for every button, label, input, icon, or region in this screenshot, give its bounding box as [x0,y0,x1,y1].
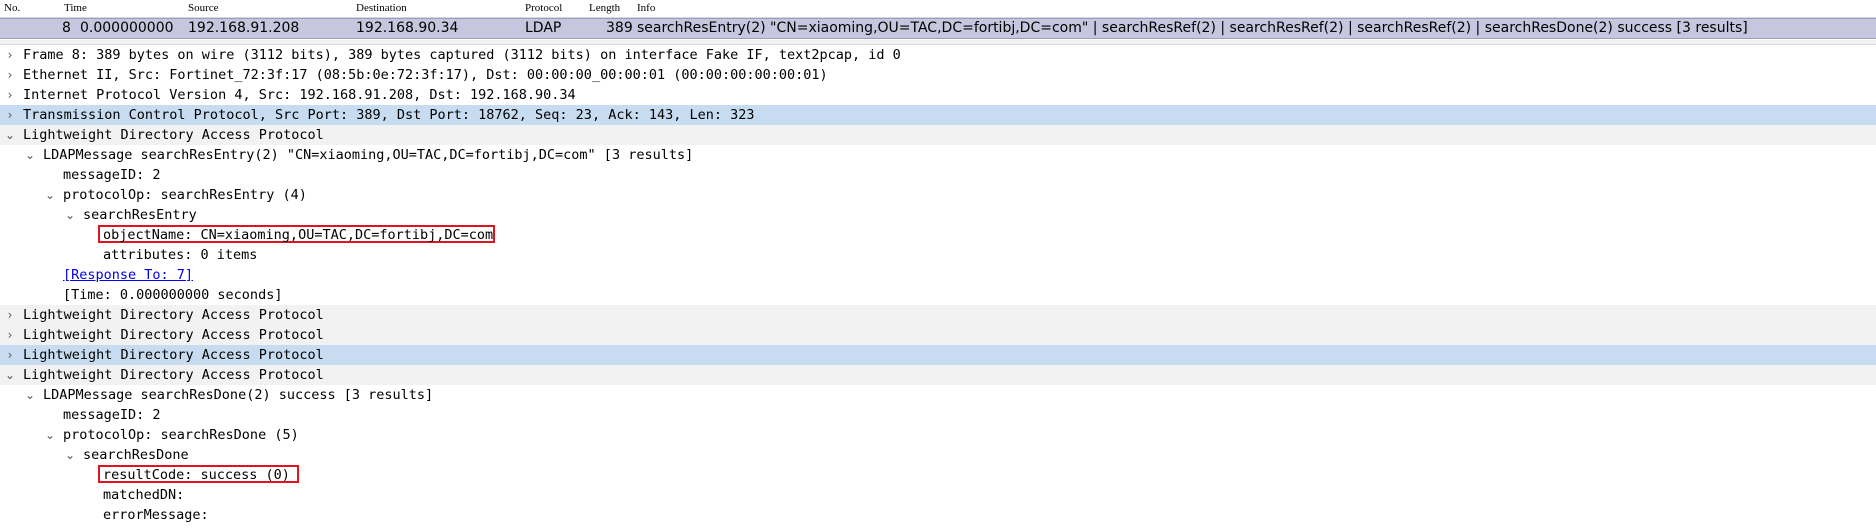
chevron-down-icon[interactable]: ⌄ [44,185,56,205]
tree-item-matched-dn[interactable]: matchedDN: [0,485,1876,505]
packet-destination: 192.168.90.34 [356,20,459,36]
tree-item-label: LDAPMessage searchResEntry(2) "CN=xiaomi… [43,147,694,163]
tree-item-label: attributes: 0 items [103,247,258,263]
chevron-down-icon[interactable]: ⌄ [4,125,16,145]
tree-item-ethernet[interactable]: › Ethernet II, Src: Fortinet_72:3f:17 (0… [0,65,1876,85]
tree-item-label: Ethernet II, Src: Fortinet_72:3f:17 (08:… [23,67,828,83]
tree-item-label: LDAPMessage searchResDone(2) success [3 … [43,387,434,403]
tree-item-label: Lightweight Directory Access Protocol [23,347,324,363]
column-info[interactable]: Info [637,2,655,14]
tree-item-label: Frame 8: 389 bytes on wire (3112 bits), … [23,47,901,63]
tree-item-message-id-done[interactable]: messageID: 2 [0,405,1876,425]
column-time[interactable]: Time [64,2,87,14]
column-no[interactable]: No. [4,2,20,14]
chevron-right-icon[interactable]: › [4,65,16,85]
chevron-right-icon[interactable]: › [4,105,16,125]
tree-item-label: [Time: 0.000000000 seconds] [63,287,283,303]
chevron-right-icon[interactable]: › [4,325,16,345]
tree-item-object-name[interactable]: objectName: CN=xiaoming,OU=TAC,DC=fortib… [0,225,1876,245]
chevron-down-icon[interactable]: ⌄ [64,445,76,465]
tree-item-label: messageID: 2 [63,167,161,183]
tree-item-label: Transmission Control Protocol, Src Port:… [23,107,755,123]
packet-no: 8 [62,20,71,36]
tree-item-ldap-4[interactable]: › Lightweight Directory Access Protocol [0,345,1876,365]
chevron-down-icon[interactable]: ⌄ [4,365,16,385]
chevron-down-icon[interactable]: ⌄ [44,425,56,445]
response-to-link[interactable]: [Response To: 7] [63,265,193,285]
tree-item-label: matchedDN: [103,487,185,503]
tree-item-frame[interactable]: › Frame 8: 389 bytes on wire (3112 bits)… [0,45,1876,65]
tree-item-search-res-done[interactable]: ⌄ searchResDone [0,445,1876,465]
tree-item-error-message[interactable]: errorMessage: [0,505,1876,525]
tree-item-label: Lightweight Directory Access Protocol [23,367,324,383]
tree-item-label: protocolOp: searchResDone (5) [63,427,299,443]
packet-details-tree: › Frame 8: 389 bytes on wire (3112 bits)… [0,45,1876,525]
packet-list-header: No. Time Source Destination Protocol Len… [0,0,1876,18]
tree-item-search-res-entry[interactable]: ⌄ searchResEntry [0,205,1876,225]
tree-item-tcp[interactable]: › Transmission Control Protocol, Src Por… [0,105,1876,125]
chevron-down-icon[interactable]: ⌄ [64,205,76,225]
column-destination[interactable]: Destination [356,2,407,14]
column-protocol[interactable]: Protocol [525,2,562,14]
tree-item-ldap-2[interactable]: › Lightweight Directory Access Protocol [0,305,1876,325]
packet-info: searchResEntry(2) "CN=xiaoming,OU=TAC,DC… [637,20,1748,36]
packet-time: 0.000000000 [80,20,174,36]
tree-item-message-id[interactable]: messageID: 2 [0,165,1876,185]
tree-item-attributes[interactable]: attributes: 0 items [0,245,1876,265]
packet-length: 389 [606,20,633,36]
tree-item-label: protocolOp: searchResEntry (4) [63,187,307,203]
tree-item-label: Internet Protocol Version 4, Src: 192.16… [23,87,576,103]
tree-item-label: Lightweight Directory Access Protocol [23,307,324,323]
tree-item-label: messageID: 2 [63,407,161,423]
tree-item-result-code[interactable]: resultCode: success (0) [0,465,1876,485]
column-source[interactable]: Source [188,2,219,14]
chevron-right-icon[interactable]: › [4,85,16,105]
chevron-right-icon[interactable]: › [4,305,16,325]
tree-item-protocol-op[interactable]: ⌄ protocolOp: searchResEntry (4) [0,185,1876,205]
tree-item-time[interactable]: [Time: 0.000000000 seconds] [0,285,1876,305]
chevron-right-icon[interactable]: › [4,45,16,65]
tree-item-protocol-op-done[interactable]: ⌄ protocolOp: searchResDone (5) [0,425,1876,445]
tree-item-label: resultCode: success (0) [103,467,290,483]
tree-item-ldap-5[interactable]: ⌄ Lightweight Directory Access Protocol [0,365,1876,385]
tree-item-label: objectName: CN=xiaoming,OU=TAC,DC=fortib… [103,227,494,243]
tree-item-label: searchResDone [83,447,189,463]
chevron-down-icon[interactable]: ⌄ [24,145,36,165]
packet-protocol: LDAP [525,20,562,36]
tree-item-label: Lightweight Directory Access Protocol [23,127,324,143]
tree-item-ldap-3[interactable]: › Lightweight Directory Access Protocol [0,325,1876,345]
tree-item-label: searchResEntry [83,207,197,223]
column-length[interactable]: Length [589,2,620,14]
chevron-down-icon[interactable]: ⌄ [24,385,36,405]
tree-item-ldap-message-done[interactable]: ⌄ LDAPMessage searchResDone(2) success [… [0,385,1876,405]
chevron-right-icon[interactable]: › [4,345,16,365]
tree-item-response-to[interactable]: [Response To: 7] [0,265,1876,285]
tree-item-ldap-message[interactable]: ⌄ LDAPMessage searchResEntry(2) "CN=xiao… [0,145,1876,165]
tree-item-label: errorMessage: [103,507,209,523]
tree-item-ip[interactable]: › Internet Protocol Version 4, Src: 192.… [0,85,1876,105]
tree-item-ldap-1[interactable]: ⌄ Lightweight Directory Access Protocol [0,125,1876,145]
packet-row-selected[interactable]: 8 0.000000000 192.168.91.208 192.168.90.… [0,18,1876,39]
packet-source: 192.168.91.208 [188,20,300,36]
tree-item-label: Lightweight Directory Access Protocol [23,327,324,343]
